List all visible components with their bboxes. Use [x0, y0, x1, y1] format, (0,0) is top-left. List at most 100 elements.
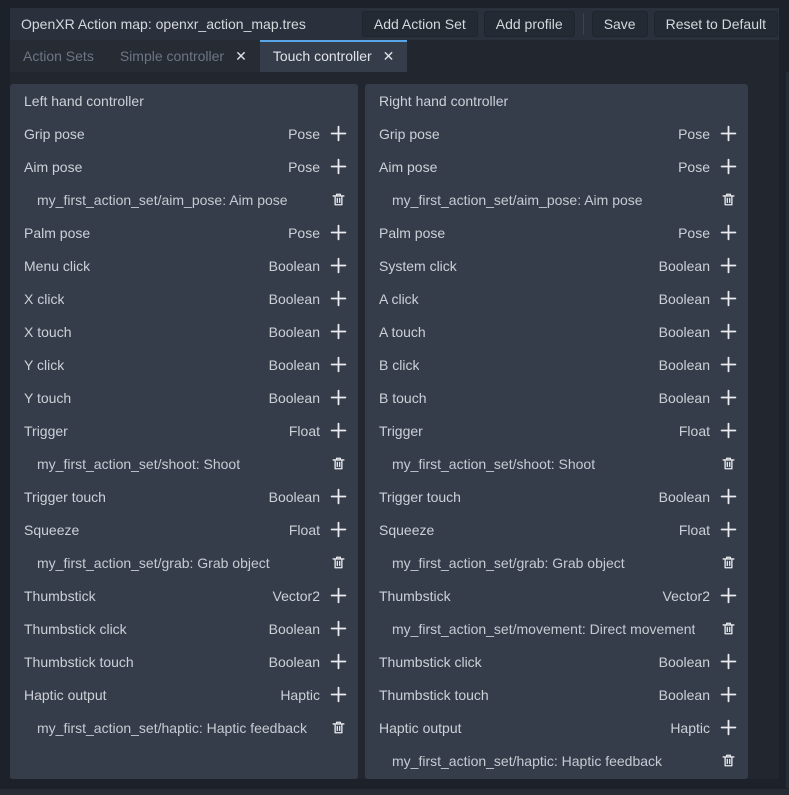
bound-action-row: my_first_action_set/aim_pose: Aim pose: [365, 183, 748, 216]
binding-label: my_first_action_set/shoot: Shoot: [392, 456, 595, 472]
action-label: Thumbstick touch: [24, 654, 134, 670]
save-button[interactable]: Save: [592, 11, 648, 37]
action-type-label: Boolean: [269, 489, 320, 505]
add-binding-button[interactable]: [326, 485, 350, 509]
add-binding-button[interactable]: [716, 386, 740, 410]
plus-icon: [330, 587, 347, 604]
add-binding-button[interactable]: [716, 221, 740, 245]
tab-touch-controller[interactable]: Touch controller ✕: [260, 40, 408, 72]
remove-binding-button[interactable]: [716, 452, 740, 476]
plus-icon: [720, 290, 737, 307]
action-row: Thumbstick click Boolean: [10, 612, 358, 645]
panel-title: Right hand controller: [379, 93, 508, 109]
action-label: Grip pose: [379, 126, 440, 142]
add-binding-button[interactable]: [716, 650, 740, 674]
close-tab-icon[interactable]: ✕: [383, 49, 395, 63]
remove-binding-button[interactable]: [326, 551, 350, 575]
action-row: Thumbstick clickBoolean: [365, 645, 748, 678]
profile-tab-bar: Action Sets Simple controller ✕ Touch co…: [10, 40, 779, 72]
add-binding-button[interactable]: [716, 485, 740, 509]
add-binding-button[interactable]: [716, 584, 740, 608]
add-binding-button[interactable]: [716, 155, 740, 179]
plus-icon: [330, 290, 347, 307]
trash-icon: [331, 555, 346, 570]
action-type-label: Boolean: [269, 324, 320, 340]
binding-label: my_first_action_set/grab: Grab object: [392, 555, 625, 571]
binding-label: my_first_action_set/movement: Direct mov…: [392, 621, 695, 637]
plus-icon: [330, 620, 347, 637]
plus-icon: [330, 422, 347, 439]
add-binding-button[interactable]: [716, 287, 740, 311]
add-binding-button[interactable]: [326, 617, 350, 641]
add-binding-button[interactable]: [326, 683, 350, 707]
tab-action-sets[interactable]: Action Sets: [10, 40, 107, 72]
add-binding-button[interactable]: [326, 221, 350, 245]
add-binding-button[interactable]: [326, 386, 350, 410]
add-action-set-button[interactable]: Add Action Set: [362, 11, 478, 37]
action-label: Thumbstick click: [24, 621, 127, 637]
close-tab-icon[interactable]: ✕: [235, 49, 247, 63]
left-hand-controller-panel: Left hand controllerGrip posePoseAim pos…: [10, 84, 358, 779]
add-binding-button[interactable]: [716, 122, 740, 146]
bound-action-row: my_first_action_set/aim_pose: Aim pose: [10, 183, 358, 216]
plus-icon: [330, 653, 347, 670]
add-binding-button[interactable]: [716, 716, 740, 740]
add-binding-button[interactable]: [326, 287, 350, 311]
remove-binding-button[interactable]: [716, 551, 740, 575]
bound-action-row: my_first_action_set/shoot: Shoot: [365, 447, 748, 480]
remove-binding-button[interactable]: [716, 617, 740, 641]
add-binding-button[interactable]: [326, 320, 350, 344]
trash-icon: [331, 192, 346, 207]
add-binding-button[interactable]: [326, 518, 350, 542]
action-row: ThumbstickVector2: [10, 579, 358, 612]
add-binding-button[interactable]: [716, 419, 740, 443]
plus-icon: [720, 158, 737, 175]
add-binding-button[interactable]: [326, 122, 350, 146]
add-profile-button[interactable]: Add profile: [484, 11, 575, 37]
add-binding-button[interactable]: [326, 254, 350, 278]
plus-icon: [330, 323, 347, 340]
add-binding-button[interactable]: [716, 518, 740, 542]
action-label: Palm pose: [24, 225, 90, 241]
remove-binding-button[interactable]: [716, 749, 740, 773]
action-label: Haptic output: [379, 720, 462, 736]
reset-to-default-button[interactable]: Reset to Default: [654, 11, 778, 37]
action-row: B clickBoolean: [365, 348, 748, 381]
action-type-label: Vector2: [273, 588, 320, 604]
add-binding-button[interactable]: [326, 353, 350, 377]
panel-title-row: Right hand controller: [365, 84, 748, 117]
plus-icon: [330, 488, 347, 505]
bound-action-row: my_first_action_set/haptic: Haptic feedb…: [10, 711, 358, 744]
add-binding-button[interactable]: [716, 353, 740, 377]
action-label: Aim pose: [24, 159, 82, 175]
plus-icon: [330, 521, 347, 538]
action-label: System click: [379, 258, 457, 274]
trash-icon: [721, 456, 736, 471]
plus-icon: [720, 356, 737, 373]
add-binding-button[interactable]: [716, 254, 740, 278]
remove-binding-button[interactable]: [326, 452, 350, 476]
add-binding-button[interactable]: [326, 419, 350, 443]
add-binding-button[interactable]: [716, 320, 740, 344]
tab-simple-controller[interactable]: Simple controller ✕: [107, 40, 260, 72]
binding-label: my_first_action_set/shoot: Shoot: [37, 456, 240, 472]
plus-icon: [330, 125, 347, 142]
action-type-label: Haptic: [670, 720, 710, 736]
trash-icon: [331, 456, 346, 471]
action-type-label: Pose: [288, 225, 320, 241]
remove-binding-button[interactable]: [326, 716, 350, 740]
action-type-label: Boolean: [269, 621, 320, 637]
remove-binding-button[interactable]: [326, 188, 350, 212]
action-row: TriggerFloat: [365, 414, 748, 447]
action-type-label: Boolean: [269, 390, 320, 406]
plus-icon: [720, 389, 737, 406]
add-binding-button[interactable]: [326, 650, 350, 674]
add-binding-button[interactable]: [326, 584, 350, 608]
action-row: Grip posePose: [10, 117, 358, 150]
add-binding-button[interactable]: [716, 683, 740, 707]
action-row: Palm posePose: [365, 216, 748, 249]
plus-icon: [720, 653, 737, 670]
add-binding-button[interactable]: [326, 155, 350, 179]
remove-binding-button[interactable]: [716, 188, 740, 212]
bottom-edge-strip: [0, 789, 789, 795]
